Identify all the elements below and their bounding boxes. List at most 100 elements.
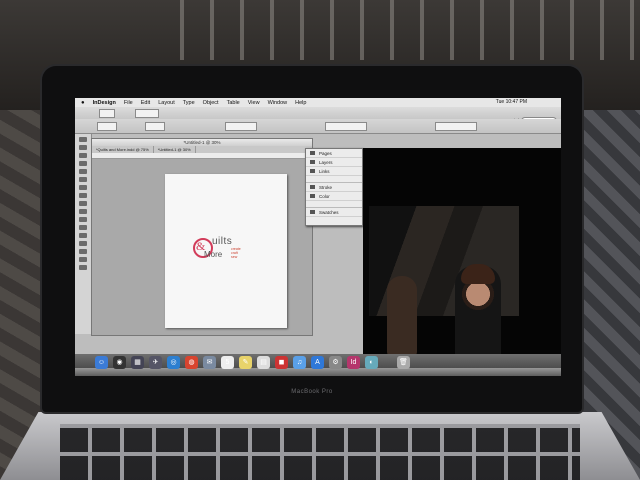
itunes-icon[interactable]: ♫ xyxy=(293,356,306,369)
mission-control-icon[interactable]: ▦ xyxy=(131,356,144,369)
crib-rails xyxy=(180,0,640,60)
logo-tagline-3: sew xyxy=(231,255,238,259)
zoom-field[interactable] xyxy=(99,109,115,118)
menu-window[interactable]: Window xyxy=(268,100,288,106)
links-icon xyxy=(310,169,315,173)
type-tool-icon[interactable] xyxy=(79,169,87,174)
width-field[interactable] xyxy=(145,122,165,131)
panels-dock: Pages Layers Links Stroke Color Swatches xyxy=(305,148,363,226)
dock: ☺ ◉ ▦ ✈ ◎ ◍ ✉ 5 ✎ ▤ ◼ ♫ A ⚙ Id ◐ 🗑 xyxy=(75,354,561,376)
finder-icon[interactable]: ☺ xyxy=(95,356,108,369)
laptop-screen: ● InDesign File Edit Layout Type Object … xyxy=(75,98,561,376)
keyboard-rows xyxy=(60,424,580,480)
tools-panel xyxy=(75,134,92,334)
zoom-tool-icon[interactable] xyxy=(79,265,87,270)
menu-edit[interactable]: Edit xyxy=(141,100,150,106)
line-tool-icon[interactable] xyxy=(79,177,87,182)
notes-icon[interactable]: ✎ xyxy=(239,356,252,369)
apple-menu-icon[interactable]: ● xyxy=(81,100,85,106)
indesign-icon[interactable]: Id xyxy=(347,356,360,369)
panel-color-label: Color xyxy=(319,193,330,199)
panel-pages-label: Pages xyxy=(319,150,332,156)
panel-links[interactable]: Links xyxy=(306,167,362,176)
swatches-icon xyxy=(310,210,315,214)
video-frame xyxy=(369,206,519,366)
photo-booth-icon[interactable]: ◼ xyxy=(275,356,288,369)
logo-tagline: create craft sew xyxy=(231,247,241,259)
x-field[interactable] xyxy=(97,122,117,131)
gradient-tool-icon[interactable] xyxy=(79,233,87,238)
preview-icon[interactable]: ◐ xyxy=(365,356,378,369)
logo-text-quilts: uilts xyxy=(212,236,233,247)
tab-untitled-1[interactable]: *Untitled-1 @ 30% xyxy=(154,146,196,153)
panel-stroke[interactable]: Stroke xyxy=(306,183,362,192)
stroke-icon xyxy=(310,185,315,189)
layers-icon xyxy=(310,160,315,164)
trash-icon[interactable]: 🗑 xyxy=(397,356,410,369)
logo-text-more: More xyxy=(204,250,223,259)
hand-tool-icon[interactable] xyxy=(79,257,87,262)
stroke-field[interactable] xyxy=(325,122,367,131)
video-player-window[interactable] xyxy=(363,148,561,366)
panel-layers-label: Layers xyxy=(319,159,333,165)
stickies-icon[interactable]: ▤ xyxy=(257,356,270,369)
app-menu[interactable]: InDesign xyxy=(93,100,116,106)
calendar-icon[interactable]: 5 xyxy=(221,356,234,369)
view-options[interactable] xyxy=(135,109,159,118)
panel-layers[interactable]: Layers xyxy=(306,158,362,167)
panel-swatches[interactable]: Swatches xyxy=(306,208,362,217)
safari-icon[interactable]: ◎ xyxy=(167,356,180,369)
menu-type[interactable]: Type xyxy=(183,100,195,106)
panel-color[interactable]: Color xyxy=(306,192,362,201)
menu-table[interactable]: Table xyxy=(227,100,240,106)
dock-shelf xyxy=(75,368,561,376)
panel-links-label: Links xyxy=(319,168,330,174)
tab-quilts-and-more[interactable]: *Quilts and More.indd @ 75% xyxy=(92,146,154,153)
rectangle-frame-tool-icon[interactable] xyxy=(79,201,87,206)
system-preferences-icon[interactable]: ⚙ xyxy=(329,356,342,369)
free-transform-tool-icon[interactable] xyxy=(79,225,87,230)
scissors-tool-icon[interactable] xyxy=(79,217,87,222)
menu-layout[interactable]: Layout xyxy=(158,100,175,106)
document-tabs: *Quilts and More.indd @ 75% *Untitled-1 … xyxy=(92,146,312,153)
rectangle-tool-icon[interactable] xyxy=(79,209,87,214)
horizontal-ruler xyxy=(92,153,312,159)
dock-icons: ☺ ◉ ▦ ✈ ◎ ◍ ✉ 5 ✎ ▤ ◼ ♫ A ⚙ Id ◐ 🗑 xyxy=(95,356,415,369)
color-icon xyxy=(310,194,315,198)
menu-object[interactable]: Object xyxy=(203,100,219,106)
panel-stroke-label: Stroke xyxy=(319,184,333,190)
selection-tool-icon[interactable] xyxy=(79,137,87,142)
direct-selection-tool-icon[interactable] xyxy=(79,145,87,150)
panel-swatches-label: Swatches xyxy=(319,209,339,215)
page-tool-icon[interactable] xyxy=(79,153,87,158)
app-store-icon[interactable]: A xyxy=(311,356,324,369)
style-field[interactable] xyxy=(435,122,477,131)
panel-divider xyxy=(306,176,362,183)
panel-pages[interactable]: Pages xyxy=(306,149,362,158)
document-window: *Untitled-1 @ 30% *Quilts and More.indd … xyxy=(91,138,313,336)
mail-icon[interactable]: ✉ xyxy=(203,356,216,369)
note-tool-icon[interactable] xyxy=(79,241,87,246)
video-person-hair xyxy=(461,264,495,284)
video-person-left xyxy=(387,276,417,356)
menu-help[interactable]: Help xyxy=(295,100,306,106)
quilts-and-more-logo[interactable]: & uilts More create craft sew xyxy=(193,236,263,266)
document-page[interactable]: & uilts More create craft sew xyxy=(165,174,287,328)
control-panel xyxy=(75,119,561,134)
menu-file[interactable]: File xyxy=(124,100,133,106)
document-title[interactable]: *Untitled-1 @ 30% xyxy=(92,139,312,146)
menu-view[interactable]: View xyxy=(248,100,260,106)
laptop-brand-label: MacBook Pro xyxy=(291,389,333,395)
launchpad-icon[interactable]: ✈ xyxy=(149,356,162,369)
menu-bar: ● InDesign File Edit Layout Type Object … xyxy=(75,98,561,107)
menubar-clock[interactable]: Tue 10:47 PM xyxy=(496,99,527,105)
dashboard-icon[interactable]: ◉ xyxy=(113,356,126,369)
gap-tool-icon[interactable] xyxy=(79,161,87,166)
eyedropper-tool-icon[interactable] xyxy=(79,249,87,254)
pen-tool-icon[interactable] xyxy=(79,185,87,190)
pages-icon xyxy=(310,151,315,155)
chrome-icon[interactable]: ◍ xyxy=(185,356,198,369)
panel-divider-2 xyxy=(306,201,362,208)
pencil-tool-icon[interactable] xyxy=(79,193,87,198)
transform-field[interactable] xyxy=(225,122,257,131)
